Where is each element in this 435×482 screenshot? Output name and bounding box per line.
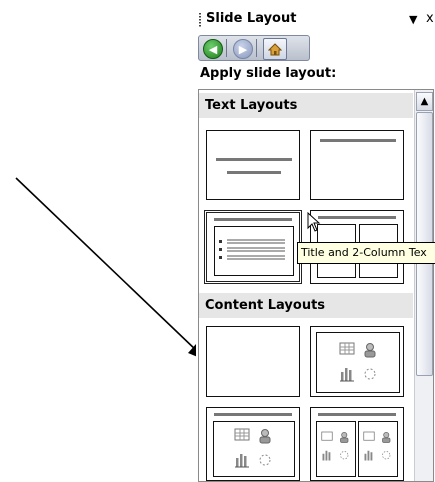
title-bar — [216, 158, 292, 161]
pane-header: Slide Layout ▼ x — [196, 8, 435, 34]
vertical-scrollbar[interactable]: ▲ — [414, 90, 433, 481]
slide-layout-task-pane: Slide Layout ▼ x ◀ ▶ Apply slide layout:… — [196, 0, 435, 482]
content-placeholder — [316, 332, 400, 393]
title-bar — [320, 139, 396, 142]
section-heading-content-layouts: Content Layouts — [199, 293, 413, 318]
title-bar — [318, 413, 396, 416]
layout-content[interactable] — [310, 326, 404, 397]
title-bar — [214, 218, 292, 221]
layout-title-only[interactable] — [310, 130, 404, 200]
layout-title-and-text[interactable] — [204, 210, 302, 284]
section-heading-text-layouts: Text Layouts — [199, 93, 413, 118]
scroll-up-button[interactable]: ▲ — [416, 92, 433, 111]
mouse-pointer-icon — [307, 212, 321, 232]
pane-title: Slide Layout — [206, 11, 297, 26]
content-icons — [339, 342, 376, 382]
content-icons — [363, 431, 391, 461]
nav-separator — [226, 39, 227, 57]
content-placeholder — [358, 421, 398, 477]
pane-menu-dropdown[interactable]: ▼ — [409, 13, 417, 26]
apply-layout-label: Apply slide layout: — [200, 66, 337, 81]
title-bar — [318, 216, 396, 219]
layout-title-slide[interactable] — [206, 130, 300, 200]
content-icons — [234, 428, 271, 468]
back-arrow-icon[interactable]: ◀ — [203, 39, 223, 59]
layout-title-and-content[interactable] — [206, 407, 300, 481]
layout-tooltip: Title and 2-Column Tex — [297, 242, 435, 264]
content-icons — [321, 431, 349, 461]
close-button[interactable]: x — [426, 11, 434, 26]
content-placeholder — [316, 421, 356, 477]
pane-nav-toolbar: ◀ ▶ — [198, 35, 310, 61]
layout-title-and-2-content[interactable] — [310, 407, 404, 481]
forward-arrow-icon[interactable]: ▶ — [233, 39, 253, 59]
screen: { "pane": { "title": "Slide Layout", "dr… — [0, 0, 435, 482]
content-placeholder — [213, 421, 295, 477]
subtitle-bar — [227, 171, 281, 174]
grip-handle[interactable] — [199, 13, 201, 27]
title-bar — [214, 413, 292, 416]
layout-blank[interactable] — [206, 326, 300, 397]
nav-separator — [256, 39, 257, 57]
home-icon[interactable] — [263, 38, 287, 60]
text-placeholder — [214, 226, 294, 276]
layout-gallery: Text Layouts Content Layouts ▲ — [198, 89, 434, 482]
